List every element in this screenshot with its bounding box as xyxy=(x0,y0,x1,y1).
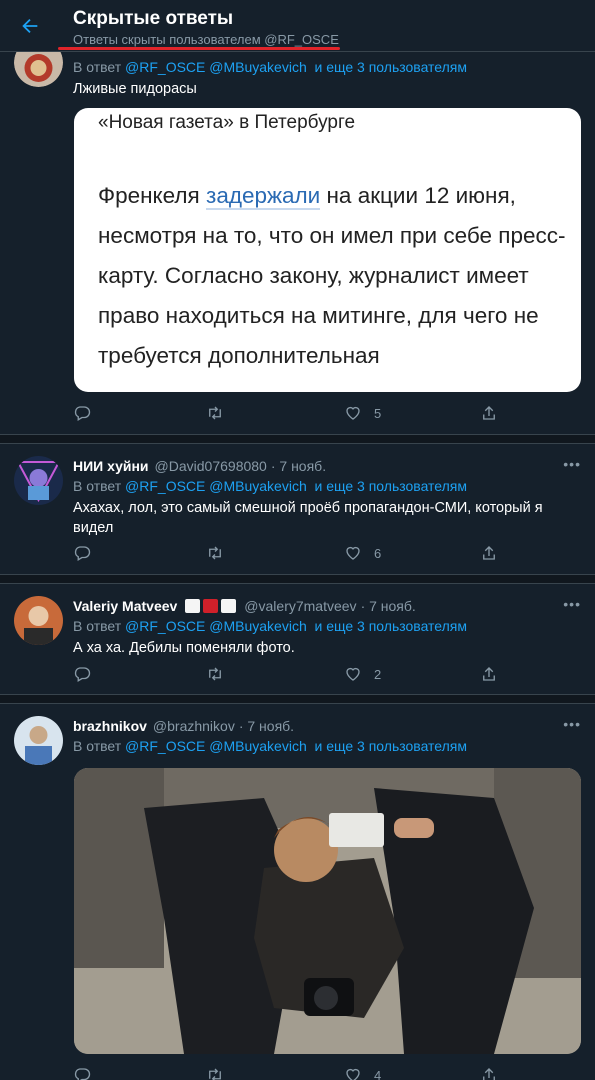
flag-emoji xyxy=(185,599,237,613)
tweet-header: Valeriy Matveev @valery7matveev · 7 нояб… xyxy=(73,598,416,614)
more-dots-icon[interactable]: ••• xyxy=(563,456,581,472)
tweet[interactable]: brazhnikov @brazhnikov · 7 нояб. ••• В о… xyxy=(0,704,595,1080)
reply-mentions[interactable]: @RF_OSCE @MBuyakevich xyxy=(125,478,307,494)
author-handle[interactable]: @brazhnikov xyxy=(153,718,235,734)
share-button[interactable] xyxy=(480,1066,498,1080)
page-subtitle: Ответы скрыты пользователем @RF_OSCE xyxy=(73,32,339,47)
share-icon xyxy=(483,406,495,420)
reply-more-link[interactable]: и еще 3 пользователям xyxy=(315,618,468,634)
quote-body: Френкеля задержали на акции 12 июня, нес… xyxy=(98,183,566,368)
top-bar: Скрытые ответы Ответы скрыты пользовател… xyxy=(0,0,595,52)
reply-button[interactable] xyxy=(73,544,91,562)
avatar[interactable] xyxy=(14,596,63,645)
reply-to-line: В ответ @RF_OSCE @MBuyakevich и еще 3 по… xyxy=(73,478,468,494)
tweet-actions: 4 xyxy=(73,1066,513,1080)
author-name[interactable]: Valeriy Matveev xyxy=(73,598,177,614)
avatar[interactable] xyxy=(14,456,63,505)
quote-title: «Новая газета» в Петербурге xyxy=(98,112,356,133)
reply-bubble-icon xyxy=(74,667,91,682)
back-button[interactable] xyxy=(12,8,48,44)
tweet-header: НИИ хуйни @David07698080 · 7 нояб. xyxy=(73,458,326,474)
share-button[interactable] xyxy=(480,665,498,683)
reply-bubble-icon xyxy=(74,1068,91,1080)
retweet-button[interactable] xyxy=(206,665,224,683)
page-title: Скрытые ответы xyxy=(73,8,234,29)
thread-separator xyxy=(0,434,595,444)
retweet-button[interactable] xyxy=(206,404,224,422)
like-button[interactable]: 6 xyxy=(344,544,381,562)
like-button[interactable]: 5 xyxy=(344,404,381,422)
retweet-icon xyxy=(209,1068,221,1080)
reply-bubble-icon xyxy=(74,406,91,421)
tweet-time[interactable]: · 7 нояб. xyxy=(239,718,294,734)
tweet-actions: 2 xyxy=(73,665,513,687)
share-icon xyxy=(483,667,495,681)
heart-icon xyxy=(346,667,360,681)
reply-bubble-icon xyxy=(74,546,91,561)
share-button[interactable] xyxy=(480,544,498,562)
like-count: 2 xyxy=(374,666,382,682)
tweet-text: А ха ха. Дебилы поменяли фото. xyxy=(73,640,295,656)
reply-to-line: В ответ @RF_OSCE @MBuyakevich и еще 3 по… xyxy=(73,59,468,75)
author-name[interactable]: brazhnikov xyxy=(73,718,147,734)
heart-icon xyxy=(346,406,360,420)
heart-icon xyxy=(346,1068,360,1080)
reply-button[interactable] xyxy=(73,1066,91,1080)
reply-to-line: В ответ @RF_OSCE @MBuyakevich и еще 3 по… xyxy=(73,618,468,634)
tweet[interactable]: Valeriy Matveev @valery7matveev · 7 нояб… xyxy=(0,584,595,694)
tweet-time[interactable]: · 7 нояб. xyxy=(361,598,416,614)
more-dots-icon[interactable]: ••• xyxy=(563,716,581,732)
author-name[interactable]: НИИ хуйни xyxy=(73,458,149,474)
like-count: 6 xyxy=(374,545,382,561)
share-icon xyxy=(483,546,495,560)
reply-mentions[interactable]: @RF_OSCE @MBuyakevich xyxy=(125,59,307,75)
retweet-icon xyxy=(209,667,221,681)
reply-mentions[interactable]: @RF_OSCE @MBuyakevich xyxy=(125,738,307,754)
reply-more-link[interactable]: и еще 3 пользователям xyxy=(315,478,468,494)
like-button[interactable]: 4 xyxy=(344,1066,381,1080)
red-annotation-underline xyxy=(58,47,340,50)
reply-to-line: В ответ @RF_OSCE @MBuyakevich и еще 3 по… xyxy=(73,738,468,754)
tweet-header: brazhnikov @brazhnikov · 7 нояб. xyxy=(73,718,294,734)
thread-separator xyxy=(0,694,595,704)
tweet[interactable]: НИИ хуйни @David07698080 · 7 нояб. ••• В… xyxy=(0,444,595,574)
author-handle[interactable]: @valery7matveev xyxy=(244,598,356,614)
quoted-article-image[interactable]: «Новая газета» в Петербурге Френкеля зад… xyxy=(74,108,581,392)
reply-mentions[interactable]: @RF_OSCE @MBuyakevich xyxy=(125,618,307,634)
tweet-text: Лживые пидорасы xyxy=(73,81,197,97)
more-dots-icon[interactable]: ••• xyxy=(563,596,581,612)
share-button[interactable] xyxy=(480,404,498,422)
retweet-icon xyxy=(209,406,221,420)
share-icon xyxy=(483,1068,495,1080)
reply-more-link[interactable]: и еще 3 пользователям xyxy=(315,59,468,75)
reply-button[interactable] xyxy=(73,665,91,683)
reply-more-link[interactable]: и еще 3 пользователям xyxy=(315,738,468,754)
reply-button[interactable] xyxy=(73,404,91,422)
arrow-left-icon xyxy=(22,18,38,34)
quote-link: задержали xyxy=(206,183,321,210)
author-handle[interactable]: @David07698080 xyxy=(155,458,267,474)
tweet-actions: 5 xyxy=(73,404,513,426)
tweet-text: Ахахах, лол, это самый смешной проёб про… xyxy=(73,500,543,536)
tweet-time[interactable]: · 7 нояб. xyxy=(271,458,326,474)
like-count: 4 xyxy=(374,1067,382,1080)
heart-icon xyxy=(346,546,360,560)
like-button[interactable]: 2 xyxy=(344,665,381,683)
attached-photo[interactable] xyxy=(74,768,581,1054)
retweet-button[interactable] xyxy=(206,1066,224,1080)
avatar[interactable] xyxy=(14,716,63,765)
tweet[interactable]: В ответ @RF_OSCE @MBuyakevich и еще 3 по… xyxy=(0,38,595,434)
retweet-icon xyxy=(209,546,221,560)
tweet-actions: 6 xyxy=(73,544,513,566)
retweet-button[interactable] xyxy=(206,544,224,562)
thread-separator xyxy=(0,574,595,584)
like-count: 5 xyxy=(374,405,382,421)
